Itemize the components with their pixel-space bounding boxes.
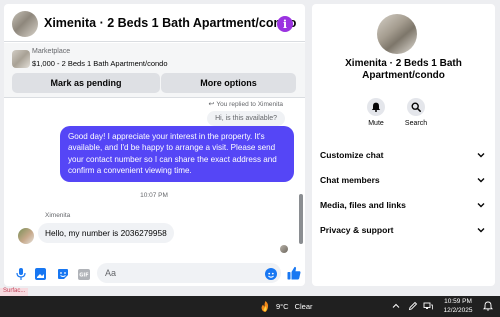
listing-thumbnail[interactable] bbox=[12, 50, 30, 68]
contact-avatar[interactable] bbox=[18, 228, 34, 244]
message-timestamp: 10:07 PM bbox=[140, 192, 168, 199]
media-files-links-section[interactable]: Media, files and links bbox=[320, 196, 485, 214]
emoji-icon[interactable] bbox=[265, 268, 277, 280]
section-label: Customize chat bbox=[320, 150, 384, 160]
microphone-icon[interactable] bbox=[15, 268, 27, 280]
chat-header: Ximenita · 2 Beds 1 Bath Apartment/condo… bbox=[4, 4, 305, 42]
weather-readout[interactable]: 9°C Clear bbox=[276, 302, 313, 311]
received-message[interactable]: Hello, my number is 2036279958 bbox=[38, 223, 174, 243]
reply-arrow-icon: ↩ bbox=[208, 101, 215, 108]
sender-name: Ximenita bbox=[45, 212, 71, 219]
avatar[interactable] bbox=[12, 11, 38, 37]
sticker-icon[interactable] bbox=[57, 268, 69, 280]
windows-taskbar: 9°C Clear 10:59 PM 12/2/2025 bbox=[0, 296, 500, 317]
section-label: Media, files and links bbox=[320, 200, 406, 210]
chat-title[interactable]: Ximenita · 2 Beds 1 Bath Apartment/condo bbox=[44, 16, 296, 30]
network-icon[interactable] bbox=[423, 301, 433, 311]
reply-note: ↩ You replied to Ximenita bbox=[209, 100, 283, 108]
section-label: Chat members bbox=[320, 175, 380, 185]
chevron-down-icon bbox=[477, 178, 485, 183]
mute-label: Mute bbox=[368, 120, 384, 127]
weather-icon[interactable] bbox=[259, 300, 272, 313]
customize-chat-section[interactable]: Customize chat bbox=[320, 146, 485, 164]
mute-button[interactable]: Mute bbox=[358, 98, 394, 127]
photo-icon[interactable] bbox=[34, 268, 46, 280]
conversation-title: Ximenita · 2 Beds 1 Bath Apartment/condo bbox=[345, 58, 462, 81]
chat-panel: Ximenita · 2 Beds 1 Bath Apartment/condo… bbox=[4, 4, 305, 286]
more-options-button[interactable]: More options bbox=[161, 73, 296, 93]
weather-condition: Clear bbox=[294, 302, 313, 311]
sent-message[interactable]: Good day! I appreciate your interest in … bbox=[60, 126, 294, 182]
system-clock[interactable]: 10:59 PM 12/2/2025 bbox=[441, 298, 475, 315]
listing-label: Marketplace bbox=[32, 48, 71, 55]
message-list: ↩ You replied to Ximenita Hi, is this ava… bbox=[4, 99, 305, 259]
listing-summary[interactable]: $1,000 - 2 Beds 1 Bath Apartment/condo bbox=[32, 59, 168, 68]
message-scrollbar[interactable] bbox=[299, 99, 303, 259]
search-icon bbox=[407, 98, 425, 116]
weather-temperature: 9°C bbox=[276, 302, 289, 311]
chevron-up-icon[interactable] bbox=[392, 302, 400, 310]
message-composer: GIF bbox=[4, 261, 305, 286]
mark-as-pending-button[interactable]: Mark as pending bbox=[12, 73, 160, 93]
quoted-message[interactable]: Hi, is this available? bbox=[207, 111, 285, 126]
info-icon[interactable]: i bbox=[277, 16, 293, 32]
clock-time: 10:59 PM bbox=[444, 298, 472, 305]
svg-text:GIF: GIF bbox=[79, 272, 88, 278]
surface-tag[interactable]: Surfac... bbox=[0, 288, 29, 296]
thumbs-up-icon[interactable] bbox=[287, 266, 301, 280]
message-input[interactable] bbox=[97, 263, 281, 283]
search-label: Search bbox=[404, 120, 428, 127]
scroll-thumb[interactable] bbox=[299, 194, 303, 244]
chevron-down-icon bbox=[477, 203, 485, 208]
marketplace-listing: Marketplace $1,000 - 2 Beds 1 Bath Apart… bbox=[4, 43, 305, 98]
bell-icon bbox=[367, 98, 385, 116]
chevron-down-icon bbox=[477, 228, 485, 233]
reply-note-text: You replied to Ximenita bbox=[216, 101, 283, 108]
gif-icon[interactable]: GIF bbox=[78, 268, 90, 280]
clock-date: 12/2/2025 bbox=[443, 306, 473, 314]
notification-bell-icon[interactable] bbox=[483, 301, 493, 311]
chevron-down-icon bbox=[477, 153, 485, 158]
seen-indicator-avatar bbox=[280, 245, 288, 253]
search-button[interactable]: Search bbox=[398, 98, 434, 127]
conversation-details-panel: Ximenita · 2 Beds 1 Bath Apartment/condo… bbox=[312, 4, 495, 286]
chat-members-section[interactable]: Chat members bbox=[320, 171, 485, 189]
privacy-support-section[interactable]: Privacy & support bbox=[320, 221, 485, 239]
pen-icon[interactable] bbox=[408, 301, 418, 311]
conversation-avatar[interactable] bbox=[377, 14, 417, 54]
section-label: Privacy & support bbox=[320, 225, 394, 235]
